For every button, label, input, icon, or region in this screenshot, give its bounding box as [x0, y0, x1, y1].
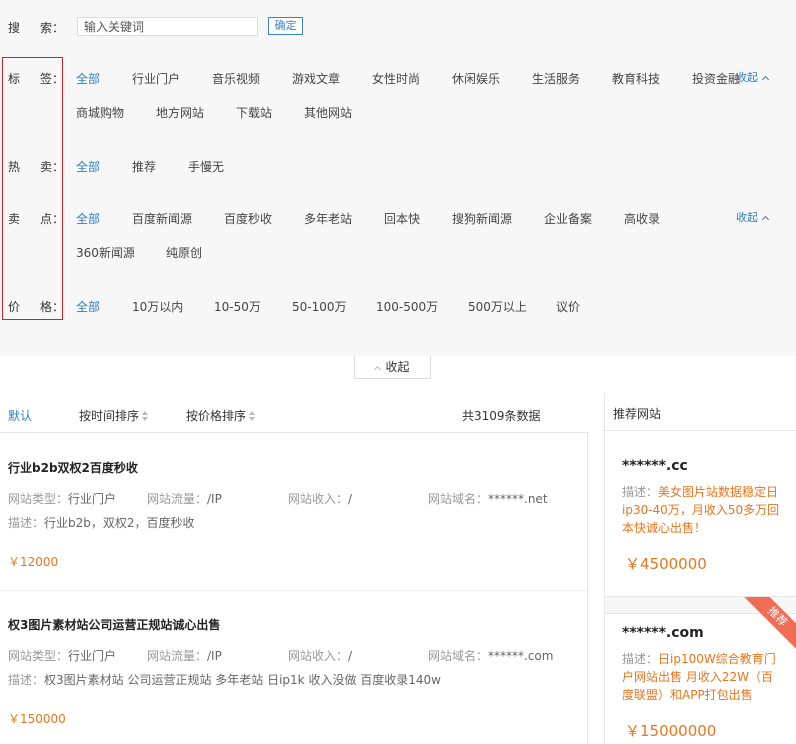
listing-type: 网站类型：行业门户	[8, 492, 117, 506]
tag-option-game-article[interactable]: 游戏文章	[292, 70, 340, 87]
recommended-header: 推荐网站	[605, 393, 796, 431]
listing-description: 描述：权3图片素材站 公司运营正规站 多年老站 日ip1k 收入没做 百度收录1…	[8, 673, 441, 687]
selling-points-collapse-link[interactable]: 收起	[736, 209, 770, 225]
search-input[interactable]	[77, 17, 258, 36]
tag-option-education-tech[interactable]: 教育科技	[612, 70, 660, 87]
listing-title[interactable]: 行业b2b双权2百度秒收	[8, 459, 138, 476]
price-option-500k-1m[interactable]: 50-100万	[292, 298, 347, 315]
tag-option-download-site[interactable]: 下载站	[236, 104, 272, 121]
price-option-over-5m[interactable]: 500万以上	[468, 298, 527, 315]
listing-domain: 网站域名：******.com	[428, 649, 554, 663]
chevron-up-icon	[761, 215, 770, 224]
listing-price: ￥12000	[8, 555, 59, 569]
price-option-negotiable[interactable]: 议价	[556, 298, 580, 315]
recommended-sites-panel: 推荐网站 ******.cc 描述：美女图片站数据稳定日ip30-40万，月收入…	[604, 393, 796, 744]
tag-option-leisure[interactable]: 休闲娱乐	[452, 70, 500, 87]
recommended-price: ￥15000000	[625, 722, 717, 740]
selling-option-baidu-instant[interactable]: 百度秒收	[224, 210, 272, 227]
tag-option-mall-shopping[interactable]: 商城购物	[76, 104, 124, 121]
selling-option-high-index[interactable]: 高收录	[624, 210, 660, 227]
recommended-description: 描述：美女图片站数据稳定日ip30-40万，月收入50多万回本快诚心出售！	[622, 485, 780, 535]
recommended-description: 描述：日ip100W综合教育门户网站出售 月收入22W（百度联盟）和APP打包出…	[622, 652, 776, 702]
filter-labels-highlight-box	[2, 57, 63, 320]
recommended-title: 推荐网站	[613, 407, 662, 421]
sort-arrows-icon	[249, 411, 256, 421]
hot-option-recommended[interactable]: 推荐	[132, 158, 156, 175]
chevron-up-icon	[761, 75, 770, 84]
listing-price: ￥150000	[8, 712, 66, 726]
listing-divider	[0, 590, 588, 591]
listing-title[interactable]: 权3图片素材站公司运营正规站诚心出售	[8, 616, 220, 633]
sort-bar: 默认 按时间排序 按价格排序 共3109条数据	[0, 393, 588, 433]
price-option-under-100k[interactable]: 10万以内	[132, 298, 183, 315]
hot-option-limited[interactable]: 手慢无	[188, 158, 224, 175]
total-count: 共3109条数据	[462, 409, 541, 423]
recommended-badge: 推荐	[742, 597, 796, 652]
filter-panel: 搜 索： 确定 标 签： 全部 行业门户 音乐视频 游戏文章 女性时尚 休闲娱乐…	[0, 0, 796, 356]
listing-item: 行业b2b双权2百度秒收 网站类型：行业门户 网站流量：/IP 网站收入：/ 网…	[0, 459, 588, 589]
listing-income: 网站收入：/	[288, 649, 353, 663]
price-option-all[interactable]: 全部	[76, 298, 100, 315]
selling-option-quick-payback[interactable]: 回本快	[384, 210, 420, 227]
tag-option-music-video[interactable]: 音乐视频	[212, 70, 260, 87]
listing-type: 网站类型：行业门户	[8, 649, 117, 663]
hot-option-all[interactable]: 全部	[76, 158, 100, 175]
tag-option-local-site[interactable]: 地方网站	[156, 104, 204, 121]
sort-by-price[interactable]: 按价格排序	[186, 407, 256, 424]
price-option-100k-500k[interactable]: 10-50万	[214, 298, 261, 315]
recommended-card[interactable]: ******.cc 描述：美女图片站数据稳定日ip30-40万，月收入50多万回…	[605, 431, 796, 596]
tag-option-all[interactable]: 全部	[76, 70, 100, 87]
chevron-up-icon	[374, 365, 382, 374]
recommended-domain[interactable]: ******.com	[622, 625, 704, 641]
tag-option-life-services[interactable]: 生活服务	[532, 70, 580, 87]
listing-description: 描述：行业b2b，双权2，百度秒收	[8, 516, 195, 530]
recommended-price: ￥4500000	[625, 555, 707, 573]
tag-option-other-site[interactable]: 其他网站	[304, 104, 352, 121]
selling-option-enterprise-record[interactable]: 企业备案	[544, 210, 592, 227]
selling-option-original[interactable]: 纯原创	[166, 244, 202, 261]
tag-option-industry-portal[interactable]: 行业门户	[132, 70, 180, 87]
confirm-button[interactable]: 确定	[268, 17, 303, 35]
selling-option-old-site[interactable]: 多年老站	[304, 210, 352, 227]
sort-by-time[interactable]: 按时间排序	[79, 407, 149, 424]
listing-traffic: 网站流量：/IP	[147, 649, 222, 663]
recommended-domain[interactable]: ******.cc	[622, 458, 688, 474]
price-option-1m-5m[interactable]: 100-500万	[376, 298, 438, 315]
listing-domain: 网站域名：******.net	[428, 492, 548, 506]
listing-traffic: 网站流量：/IP	[147, 492, 222, 506]
selling-option-all[interactable]: 全部	[76, 210, 100, 227]
selling-option-baidu-news[interactable]: 百度新闻源	[132, 210, 192, 227]
listing-income: 网站收入：/	[288, 492, 353, 506]
collapse-filters-button[interactable]: 收起	[354, 356, 431, 379]
tags-collapse-link[interactable]: 收起	[736, 69, 770, 85]
tag-option-investment-finance[interactable]: 投资金融	[692, 70, 740, 87]
selling-option-360-news[interactable]: 360新闻源	[76, 244, 135, 261]
listing-panel: 默认 按时间排序 按价格排序 共3109条数据 行业b2b双权2百度秒收 网站类…	[0, 393, 588, 744]
sort-arrows-icon	[142, 411, 149, 421]
selling-option-sogou-news[interactable]: 搜狗新闻源	[452, 210, 512, 227]
recommended-card[interactable]: 推荐 ******.com 描述：日ip100W综合教育门户网站出售 月收入22…	[605, 597, 796, 744]
tag-option-women-fashion[interactable]: 女性时尚	[372, 70, 420, 87]
listing-item: 权3图片素材站公司运营正规站诚心出售 网站类型：行业门户 网站流量：/IP 网站…	[0, 616, 588, 744]
sort-default[interactable]: 默认	[8, 407, 32, 424]
